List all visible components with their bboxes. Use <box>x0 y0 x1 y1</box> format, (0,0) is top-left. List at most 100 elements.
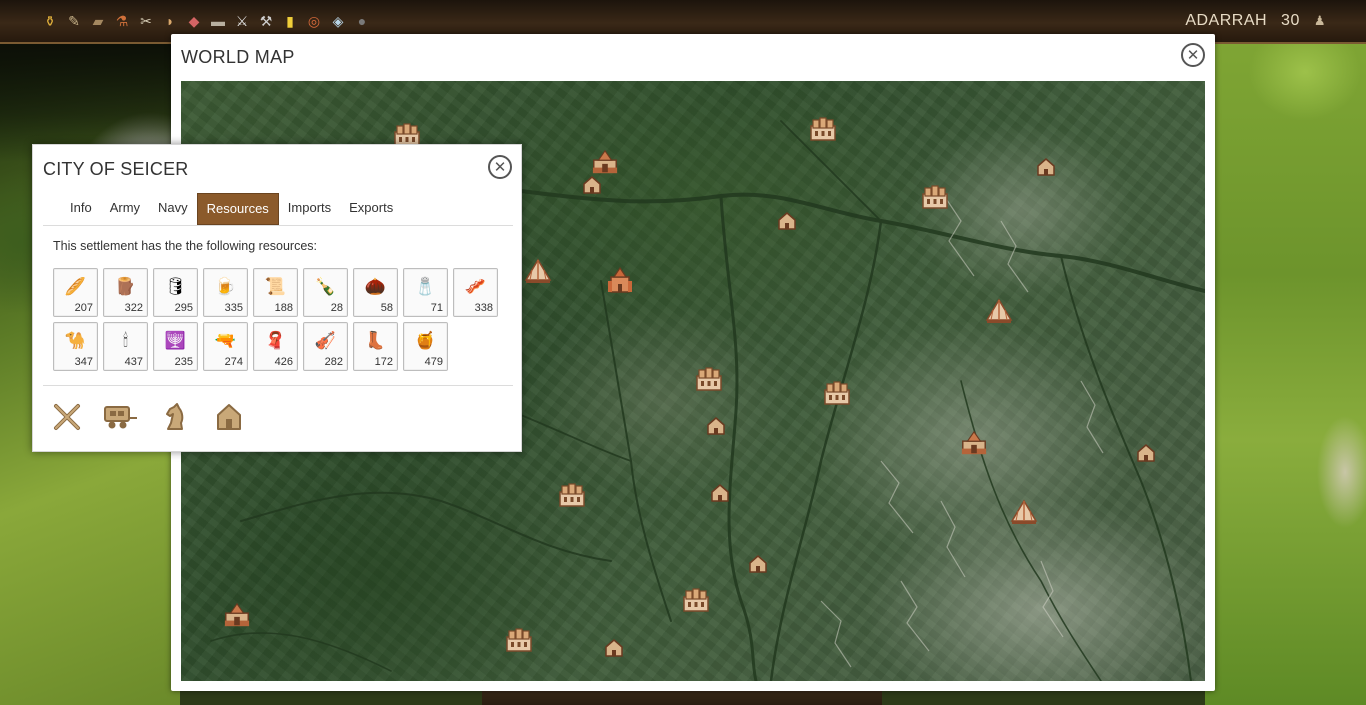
city-tabs: Info Army Navy Resources Imports Exports <box>43 193 513 226</box>
map-tent-marker[interactable] <box>985 297 1013 325</box>
resource-amount: 71 <box>430 302 443 314</box>
resource-cell[interactable]: 🌰 58 <box>353 268 398 317</box>
resource-amount: 207 <box>74 302 93 314</box>
resource-cell[interactable]: 🥓 338 <box>453 268 498 317</box>
cloth-icon[interactable]: ▬ <box>208 11 228 31</box>
map-castle-marker[interactable] <box>960 429 988 457</box>
caravan-icon <box>103 403 139 436</box>
chess-knight-icon <box>162 401 188 438</box>
resource-cell[interactable]: 🕯 437 <box>103 322 148 371</box>
game-background-right <box>1205 42 1366 705</box>
resource-cell[interactable]: 🛢 295 <box>153 268 198 317</box>
resource-amount: 188 <box>274 302 293 314</box>
meat-icon[interactable]: ◆ <box>184 11 204 31</box>
map-house-marker[interactable] <box>600 634 628 662</box>
resource-cell[interactable]: 🍺 335 <box>203 268 248 317</box>
resource-amount: 282 <box>324 356 343 368</box>
resource-grid: 🥖 207 🪵 322 🛢 295 🍺 335 📜 188 🍾 28 🌰 58 🧂 71 🥓 338 🐪 347 🕯 43… <box>53 268 513 371</box>
map-house-marker[interactable] <box>706 479 734 507</box>
tab-army[interactable]: Army <box>101 193 149 225</box>
tab-exports[interactable]: Exports <box>340 193 402 225</box>
honey-icon: 🍯 <box>414 331 437 350</box>
player-info[interactable]: ADARRAH 30 ♟ <box>1185 12 1326 30</box>
pottery-icon[interactable]: ⚗ <box>112 11 132 31</box>
swords-icon[interactable]: ⚔ <box>232 11 252 31</box>
resource-amount: 274 <box>224 356 243 368</box>
resource-amount: 295 <box>174 302 193 314</box>
resource-amount: 437 <box>124 356 143 368</box>
map-tent-marker[interactable] <box>1010 498 1038 526</box>
resource-cell[interactable]: 🪵 322 <box>103 268 148 317</box>
map-city-marker[interactable] <box>809 115 837 143</box>
map-city-marker[interactable] <box>505 626 533 654</box>
map-city-marker[interactable] <box>823 379 851 407</box>
cannon-icon: 🔫 <box>214 331 237 350</box>
map-house-marker[interactable] <box>773 207 801 235</box>
bottle-icon: 🍾 <box>314 277 337 296</box>
spy-button[interactable] <box>157 401 193 437</box>
caravan-button[interactable] <box>103 401 139 437</box>
resource-cell[interactable]: 🧣 426 <box>253 322 298 371</box>
player-level: 30 <box>1281 12 1300 29</box>
bread-icon: 🥖 <box>64 277 87 296</box>
resource-cell[interactable]: 🍯 479 <box>403 322 448 371</box>
map-city-marker[interactable] <box>695 365 723 393</box>
settlement-button[interactable] <box>211 401 247 437</box>
map-house-marker[interactable] <box>744 550 772 578</box>
divider <box>43 385 513 386</box>
resource-amount: 426 <box>274 356 293 368</box>
candle-icon: 🕯 <box>123 331 128 350</box>
resource-cell[interactable]: 🧂 71 <box>403 268 448 317</box>
map-city-marker[interactable] <box>682 586 710 614</box>
player-name: ADARRAH <box>1185 12 1268 29</box>
resource-cell[interactable]: 🎻 282 <box>303 322 348 371</box>
tab-navy[interactable]: Navy <box>149 193 197 225</box>
resource-amount: 479 <box>424 356 443 368</box>
resource-cell[interactable]: 🕎 235 <box>153 322 198 371</box>
boot-icon: 👢 <box>364 331 387 350</box>
resource-cell[interactable]: 🐪 347 <box>53 322 98 371</box>
resource-amount: 322 <box>124 302 143 314</box>
ore-icon[interactable]: ● <box>352 11 372 31</box>
map-castle-marker[interactable] <box>223 601 251 629</box>
resource-cell[interactable]: 🍾 28 <box>303 268 348 317</box>
scroll-icon: 📜 <box>264 277 287 296</box>
map-city-marker[interactable] <box>558 481 586 509</box>
resource-cell[interactable]: 📜 188 <box>253 268 298 317</box>
crystal-icon[interactable]: ◈ <box>328 11 348 31</box>
map-house-marker[interactable] <box>1132 439 1160 467</box>
bread-icon[interactable]: ◗ <box>160 11 180 31</box>
tools-icon[interactable]: ✎ <box>64 11 84 31</box>
tab-resources[interactable]: Resources <box>196 193 279 225</box>
hammer-icon[interactable]: ⚒ <box>256 11 276 31</box>
map-house-marker[interactable] <box>578 171 606 199</box>
close-icon[interactable]: ✕ <box>1181 43 1205 67</box>
gold-bar-icon[interactable]: ▮ <box>280 11 300 31</box>
resource-cell[interactable]: 🥖 207 <box>53 268 98 317</box>
user-icon[interactable]: ♟ <box>1314 13 1326 29</box>
map-temple-marker[interactable] <box>606 267 634 295</box>
map-tent-marker[interactable] <box>524 257 552 285</box>
city-panel: CITY OF SEICER ✕ Info Army Navy Resource… <box>32 144 522 452</box>
tab-info[interactable]: Info <box>61 193 101 225</box>
tab-imports[interactable]: Imports <box>279 193 340 225</box>
resource-cell[interactable]: 👢 172 <box>353 322 398 371</box>
crossed-tools-icon[interactable]: ✂ <box>136 11 156 31</box>
wood-icon: 🪵 <box>114 277 137 296</box>
gold-icon[interactable]: ⚱ <box>40 11 60 31</box>
map-house-marker[interactable] <box>1032 153 1060 181</box>
house-icon <box>215 402 243 437</box>
seed-icon: 🌰 <box>364 277 387 296</box>
beer-icon: 🍺 <box>214 277 237 296</box>
world-map-title: WORLD MAP <box>181 47 295 67</box>
city-title: CITY OF SEICER <box>43 159 189 179</box>
resource-amount: 58 <box>380 302 393 314</box>
stone-icon[interactable]: ▰ <box>88 11 108 31</box>
attack-button[interactable] <box>49 401 85 437</box>
rope-icon[interactable]: ◎ <box>304 11 324 31</box>
map-house-marker[interactable] <box>702 412 730 440</box>
map-city-marker[interactable] <box>921 183 949 211</box>
close-icon[interactable]: ✕ <box>488 155 512 179</box>
salt-icon: 🧂 <box>414 277 437 296</box>
resource-cell[interactable]: 🔫 274 <box>203 322 248 371</box>
